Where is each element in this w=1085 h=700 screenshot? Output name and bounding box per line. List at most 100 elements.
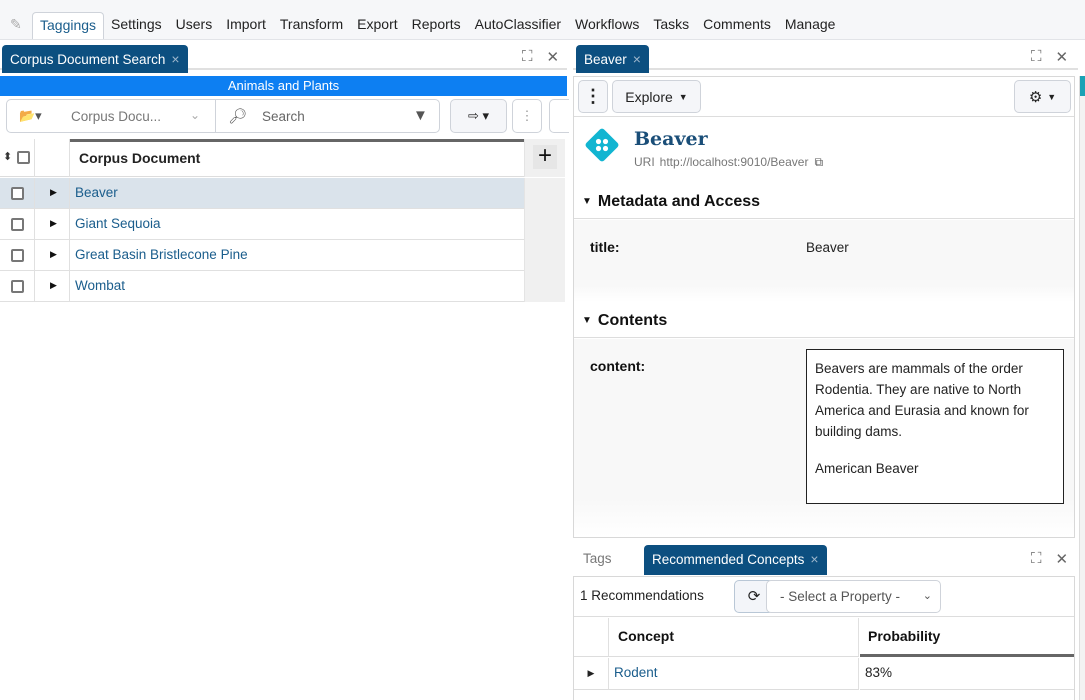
export-button[interactable]: ⇨ ▾ (450, 99, 507, 133)
type-select[interactable]: Corpus Docu... (71, 109, 161, 124)
tab-transform[interactable]: Transform (273, 12, 350, 39)
section-metadata-and-access[interactable]: ▼ Metadata and Access (574, 185, 1074, 219)
recommendation-count: 1 Recommendations (580, 588, 704, 603)
content-paragraph: American Beaver (815, 461, 919, 476)
column-header-probability[interactable]: Probability (860, 618, 1074, 657)
maximize-icon[interactable]: ⛶ (1031, 48, 1042, 66)
select-all-checkbox[interactable] (17, 151, 30, 164)
table-row[interactable]: ▶ Wombat (0, 271, 565, 302)
document-link[interactable]: Giant Sequoia (75, 216, 161, 231)
uri-label: URI (634, 155, 655, 169)
concept-link[interactable]: Rodent (609, 658, 859, 690)
explore-label: Explore (625, 88, 673, 105)
refresh-icon: ⟳ (747, 588, 761, 605)
tab-autoclassifier[interactable]: AutoClassifier (468, 12, 568, 39)
table-row[interactable]: ▶ Giant Sequoia (0, 209, 565, 240)
left-panel-controls: ⛶ ✕ (522, 48, 559, 66)
tab-export[interactable]: Export (350, 12, 404, 39)
section-title: Metadata and Access (597, 193, 761, 210)
grid-header-row: ⬍ Corpus Document + (0, 139, 565, 177)
expand-caret-icon[interactable]: ▶ (574, 658, 609, 690)
probability-value: 83% (860, 658, 1074, 690)
expand-caret-icon[interactable]: ▶ (50, 249, 57, 260)
row-checkbox[interactable] (11, 280, 24, 293)
select-all-column: ⬍ (0, 139, 35, 177)
side-panel-accent (1080, 76, 1085, 96)
expand-caret-icon[interactable]: ▶ (50, 218, 57, 229)
chevron-down-icon: ⌄ (922, 590, 932, 602)
entity-title: Beaver (634, 128, 708, 150)
tab-import[interactable]: Import (219, 12, 273, 39)
close-tab-icon[interactable]: × (633, 51, 641, 67)
search-group: 📂▾ Corpus Docu... ⌄ 🔎︎ ▼ (6, 99, 440, 133)
tab-settings[interactable]: Settings (104, 12, 169, 39)
expand-caret-icon[interactable]: ▶ (50, 280, 57, 291)
tab-label: Beaver (584, 52, 627, 67)
tab-label: Recommended Concepts (652, 552, 805, 567)
bottom-panel-controls: ⛶ ✕ (1031, 550, 1068, 568)
add-column-button[interactable]: + (533, 144, 557, 169)
search-input[interactable] (262, 107, 402, 125)
row-checkbox[interactable] (11, 187, 24, 200)
column-header-concept[interactable]: Concept (609, 618, 859, 657)
close-panel-icon[interactable]: ✕ (1056, 550, 1069, 568)
document-link[interactable]: Great Basin Bristlecone Pine (75, 247, 248, 262)
content-properties: content: Beavers are mammals of the orde… (574, 339, 1074, 537)
tab-corpus-document-search[interactable]: Corpus Document Search × (2, 45, 188, 73)
file-export-icon: ⇨ ▾ (467, 108, 490, 123)
search-icon: 🔎︎ (228, 108, 248, 125)
tab-workflows[interactable]: Workflows (568, 12, 646, 39)
maximize-icon[interactable]: ⛶ (522, 48, 533, 66)
tab-recommended-concepts[interactable]: Recommended Concepts × (644, 545, 827, 575)
tab-taggings[interactable]: Taggings (32, 12, 105, 39)
tab-tasks[interactable]: Tasks (646, 12, 696, 39)
overflow-button[interactable] (549, 99, 569, 133)
chevron-down-icon[interactable]: ⌄ (190, 108, 200, 122)
tab-manage[interactable]: Manage (778, 12, 843, 39)
external-link-icon[interactable]: ⧉ (814, 155, 823, 169)
filter-icon[interactable]: ▼ (413, 107, 428, 124)
metadata-properties: title: Beaver (574, 220, 1074, 302)
property-label: title: (590, 239, 620, 255)
table-row[interactable]: ▶ Beaver (0, 178, 565, 209)
entity-uri: URI http://localhost:9010/Beaver ⧉ (634, 155, 823, 170)
row-checkbox[interactable] (11, 218, 24, 231)
extra-cell (524, 240, 565, 271)
expand-caret-icon[interactable]: ▶ (50, 187, 57, 198)
checkbox-cell (0, 209, 35, 240)
column-header-corpus-document[interactable]: Corpus Document (70, 139, 524, 177)
tab-comments[interactable]: Comments (696, 12, 778, 39)
document-link[interactable]: Wombat (75, 278, 125, 293)
section-contents[interactable]: ▼ Contents (574, 304, 1074, 338)
explore-button[interactable]: Explore ▼ (612, 80, 701, 113)
table-row[interactable]: ▶ Great Basin Bristlecone Pine (0, 240, 565, 271)
property-select[interactable]: - Select a Property - ⌄ (766, 580, 941, 613)
checkbox-cell (0, 271, 35, 302)
tab-beaver[interactable]: Beaver × (576, 45, 649, 73)
settings-button[interactable]: ⚙ ▼ (1014, 80, 1071, 113)
close-tab-icon[interactable]: × (171, 51, 179, 67)
sort-icon[interactable]: ⬍ (3, 150, 12, 163)
more-options-button[interactable]: ⋮ (512, 99, 542, 133)
entity-menu-button[interactable]: ⋮ (578, 80, 608, 113)
row-checkbox[interactable] (11, 249, 24, 262)
caret-down-icon: ▼ (678, 91, 688, 102)
extra-cell (524, 271, 565, 302)
pencil-icon[interactable]: ✎ (10, 16, 26, 32)
document-link[interactable]: Beaver (75, 185, 118, 200)
tab-tags[interactable]: Tags (573, 545, 622, 573)
close-panel-icon[interactable]: ✕ (547, 48, 560, 66)
tab-users[interactable]: Users (169, 12, 220, 39)
close-panel-icon[interactable]: ✕ (1056, 48, 1069, 66)
entity-toolbar: ⋮ Explore ▼ ⚙ ▼ (574, 77, 1074, 117)
collapse-triangle-icon: ▼ (582, 315, 592, 326)
close-tab-icon[interactable]: × (810, 551, 818, 567)
expand-column (35, 139, 70, 177)
property-label: content: (590, 358, 646, 374)
tab-reports[interactable]: Reports (405, 12, 468, 39)
collapsed-side-panel[interactable] (1079, 76, 1085, 700)
maximize-icon[interactable]: ⛶ (1031, 550, 1042, 568)
top-nav: ✎ Taggings Settings Users Import Transfo… (0, 0, 1085, 40)
folder-open-icon[interactable]: 📂▾ (19, 108, 42, 124)
vertical-ellipsis-icon: ⋮ (584, 86, 602, 106)
